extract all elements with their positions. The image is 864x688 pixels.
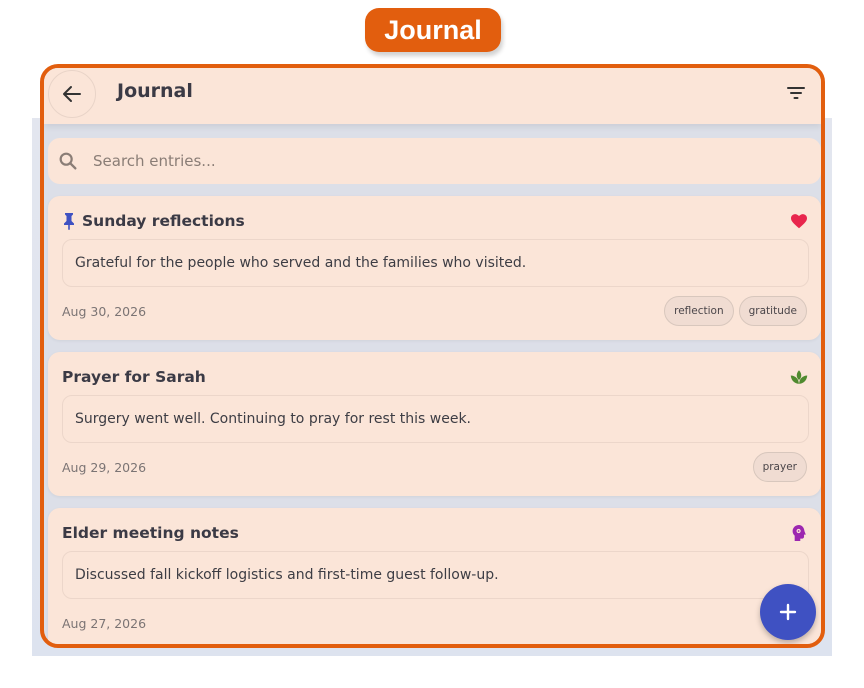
entry-body: Surgery went well. Continuing to pray fo… — [62, 395, 809, 443]
filter-icon — [787, 87, 805, 99]
back-button[interactable] — [48, 70, 96, 118]
pin-icon — [62, 212, 78, 230]
filter-button[interactable] — [781, 78, 811, 108]
psychology-icon — [789, 523, 809, 543]
heart-icon — [789, 211, 809, 231]
entry-body: Discussed fall kickoff logistics and fir… — [62, 551, 809, 599]
entry-body: Grateful for the people who served and t… — [62, 239, 809, 287]
search-bar[interactable] — [48, 138, 821, 184]
page-badge-title: Journal — [365, 8, 501, 52]
arrow-left-icon — [63, 86, 81, 102]
journal-entry-card[interactable]: Elder meeting notes Discussed fall kicko… — [48, 508, 821, 644]
entry-tags: prayer — [752, 452, 807, 482]
tag-chip[interactable]: gratitude — [738, 296, 807, 326]
journal-entry-card[interactable]: Sunday reflections Grateful for the peop… — [48, 196, 821, 340]
entry-date: Aug 29, 2026 — [62, 460, 147, 475]
search-icon — [57, 150, 79, 172]
entry-title: Prayer for Sarah — [62, 368, 206, 386]
add-entry-button[interactable] — [760, 584, 816, 640]
entry-title-row: Prayer for Sarah — [62, 368, 206, 386]
entry-date: Aug 30, 2026 — [62, 304, 147, 319]
spa-icon — [789, 367, 809, 387]
entry-tags: reflection gratitude — [664, 296, 807, 326]
app-bar: Journal — [44, 68, 821, 124]
entry-title-row: Sunday reflections — [62, 212, 245, 230]
app-frame: Journal Sunday reflections — [40, 64, 825, 648]
tag-chip[interactable]: prayer — [752, 452, 807, 482]
entry-date: Aug 27, 2026 — [62, 616, 147, 631]
journal-entry-card[interactable]: Prayer for Sarah Surgery went well. Cont… — [48, 352, 821, 496]
plus-icon — [779, 603, 797, 621]
page-title: Journal — [117, 80, 193, 102]
tag-chip[interactable]: reflection — [664, 296, 734, 326]
entry-title-row: Elder meeting notes — [62, 524, 239, 542]
entry-title: Elder meeting notes — [62, 524, 239, 542]
search-input[interactable] — [93, 152, 693, 170]
entry-title: Sunday reflections — [82, 212, 245, 230]
